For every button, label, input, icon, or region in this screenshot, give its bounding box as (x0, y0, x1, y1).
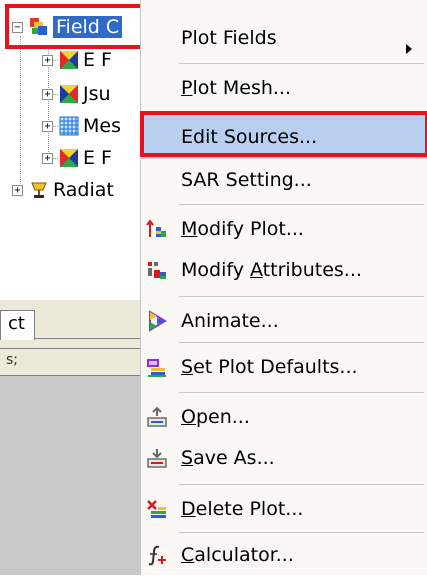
label-rest: odify Plot... (197, 218, 304, 240)
mnemonic: A (250, 259, 263, 281)
menu-item-label: Animate... (181, 310, 279, 332)
open-icon (147, 406, 167, 427)
e-field-plot-icon (60, 149, 78, 167)
calculator-icon (148, 545, 166, 566)
modify-plot-icon (146, 219, 166, 237)
menu-item-label: Plot Mesh... (181, 77, 291, 99)
label-rest: lot Mesh... (192, 77, 292, 99)
menu-item-edit-sources[interactable]: Edit Sources... (141, 115, 427, 159)
expand-icon[interactable]: + (42, 88, 53, 100)
menu-item-label: Set Plot Defaults... (181, 356, 358, 378)
project-tree: − Field C + E F + Jsu + Mes + E F + Radi… (0, 0, 140, 300)
mnemonic: C (181, 544, 195, 566)
menu-item-calculator[interactable]: Calculator... (141, 533, 427, 577)
delete-plot-icon (147, 500, 166, 518)
menu-item-label: Edit Sources... (181, 126, 318, 148)
label-rest: elete Plot... (195, 498, 304, 520)
radiation-trophy-icon (31, 182, 47, 198)
label-pre: Modify (181, 259, 250, 281)
context-menu: Plot Fields Plot Mesh... Edit Sources...… (140, 0, 427, 575)
mnemonic: S (181, 356, 194, 378)
menu-item-sar-setting[interactable]: SAR Setting... (141, 158, 427, 202)
menu-item-label: Delete Plot... (181, 498, 303, 520)
menu-separator (179, 112, 424, 113)
menu-separator (179, 392, 424, 393)
expand-icon[interactable]: + (42, 54, 53, 66)
e-field-plot-icon (60, 51, 78, 69)
divider (35, 338, 140, 339)
menu-separator (179, 204, 424, 205)
label-rest: et Plot Defaults... (193, 356, 358, 378)
submenu-arrow-icon (406, 44, 412, 54)
tab-label: ct (8, 313, 25, 334)
tree-item-label: E F (83, 147, 112, 169)
label-rest: ttributes... (262, 259, 362, 281)
tree-connector-line (20, 36, 21, 186)
expand-icon[interactable]: + (42, 152, 53, 164)
menu-item-label: Modify Plot... (181, 218, 304, 240)
mnemonic: M (181, 218, 198, 240)
empty-panel (0, 376, 140, 575)
expand-icon[interactable]: + (12, 184, 23, 196)
mnemonic: D (181, 498, 196, 520)
menu-item-delete-plot[interactable]: Delete Plot... (141, 487, 427, 531)
menu-item-label: Save As... (181, 447, 275, 469)
menu-separator (179, 63, 424, 64)
tree-item-radiation[interactable]: + Radiat (12, 178, 114, 202)
mnemonic: O (181, 406, 196, 428)
tree-item-mesh[interactable]: + Mes (42, 114, 121, 138)
menu-separator (179, 296, 424, 297)
menu-item-plot-fields[interactable]: Plot Fields (141, 16, 427, 60)
surface-current-plot-icon (60, 85, 78, 103)
menu-item-label: Open... (181, 406, 250, 428)
menu-item-label: Plot Fields (181, 27, 277, 49)
menu-item-modify-plot[interactable]: Modify Plot... (141, 207, 427, 251)
menu-item-label: Calculator... (181, 544, 294, 566)
label-rest: ave As... (193, 447, 275, 469)
expand-icon[interactable]: + (42, 120, 53, 132)
collapse-icon[interactable]: − (12, 21, 23, 33)
tree-item-label: E F (83, 49, 112, 71)
label-rest: pen... (195, 406, 250, 428)
tree-item-label: Field C (53, 16, 123, 38)
tree-item-field-results[interactable]: − Field C (12, 15, 123, 39)
menu-item-set-plot-defaults[interactable]: Set Plot Defaults... (141, 345, 427, 389)
tree-item-label: Jsu (83, 83, 111, 105)
field-results-icon (30, 18, 47, 35)
menu-item-modify-attributes[interactable]: Modify Attributes... (141, 248, 427, 292)
menu-item-plot-mesh[interactable]: Plot Mesh... (141, 66, 427, 110)
save-as-icon (147, 449, 167, 468)
menu-item-animate[interactable]: Animate... (141, 299, 427, 343)
label-rest: alculator... (194, 544, 294, 566)
menu-item-label: Modify Attributes... (181, 259, 362, 281)
tree-item-e-field-2[interactable]: + E F (42, 146, 112, 170)
menu-item-open[interactable]: Open... (141, 395, 427, 439)
set-plot-defaults-icon (147, 359, 166, 377)
tree-item-label: Radiat (53, 179, 114, 201)
tree-item-label: Mes (83, 115, 121, 137)
status-panel-label: s; (6, 352, 19, 368)
tree-item-e-field-1[interactable]: + E F (42, 48, 112, 72)
mnemonic: P (181, 77, 193, 99)
menu-item-label: SAR Setting... (181, 169, 312, 191)
modify-attributes-icon (148, 262, 166, 279)
mnemonic: S (181, 447, 194, 469)
menu-separator (179, 484, 424, 485)
status-panel (0, 348, 140, 376)
menu-item-save-as[interactable]: Save As... (141, 436, 427, 480)
mesh-grid-icon (59, 116, 79, 136)
tree-item-surface-current[interactable]: + Jsu (42, 82, 111, 106)
menu-separator (179, 342, 424, 343)
animate-icon (149, 310, 167, 332)
